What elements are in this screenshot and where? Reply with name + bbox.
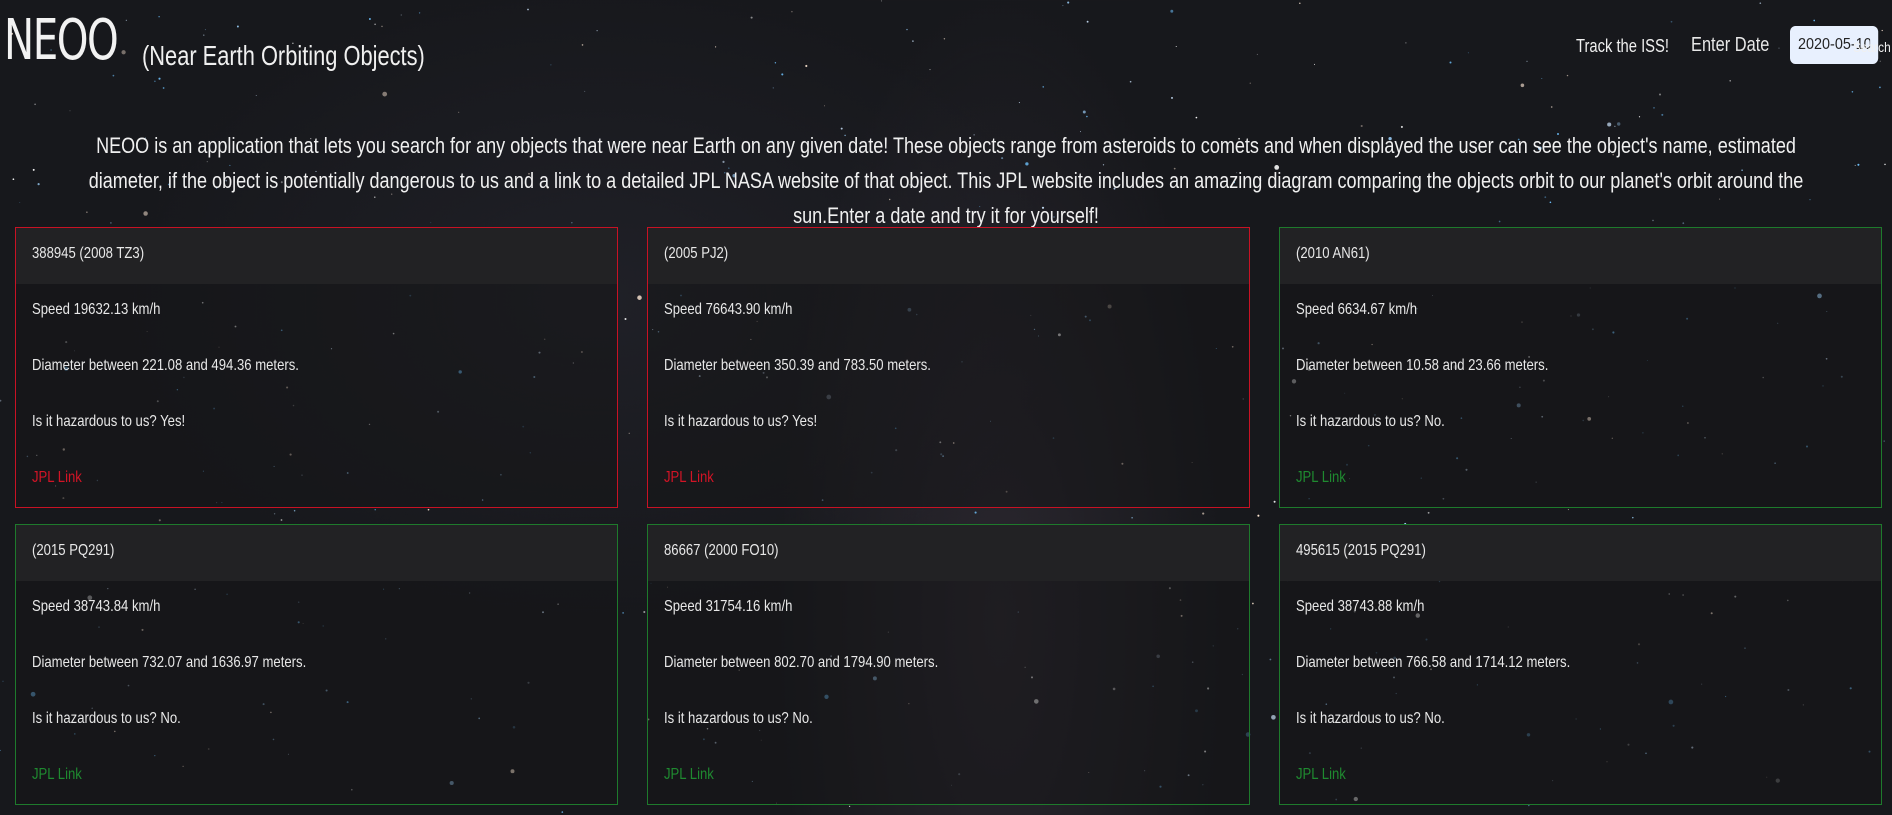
neo-diameter-row: Diameter between 10.58 and 23.66 meters. bbox=[1280, 340, 1881, 396]
neo-hazard-status-row: Is it hazardous to us? No. bbox=[16, 693, 617, 749]
jpl-link-row: JPL Link bbox=[648, 452, 1249, 508]
neo-card: (2015 PQ291) Speed 38743.84 km/h Diameter … bbox=[15, 524, 618, 805]
neo-diameter: Diameter between 802.70 and 1794.90 mete… bbox=[664, 654, 939, 671]
brand-logo[interactable]: NEOO bbox=[4, 8, 119, 73]
neo-name: (2005 PJ2) bbox=[664, 245, 729, 262]
neo-hazard-status-row: Is it hazardous to us? Yes! bbox=[16, 396, 617, 452]
neo-speed-row: Speed 6634.67 km/h bbox=[1280, 284, 1881, 340]
neo-diameter: Diameter between 732.07 and 1636.97 mete… bbox=[32, 654, 307, 671]
neo-hazard-status: Is it hazardous to us? Yes! bbox=[32, 413, 186, 430]
jpl-link[interactable]: JPL Link bbox=[664, 766, 714, 784]
neo-name-row: (2005 PJ2) bbox=[648, 228, 1249, 284]
neo-hazard-status: Is it hazardous to us? No. bbox=[32, 710, 181, 727]
neo-speed: Speed 38743.84 km/h bbox=[32, 598, 161, 615]
neo-name-row: (2010 AN61) bbox=[1280, 228, 1881, 284]
neo-card: 86667 (2000 FO10) Speed 31754.16 km/h Diam… bbox=[647, 524, 1250, 805]
neo-name: 495615 (2015 PQ291) bbox=[1296, 542, 1426, 559]
neo-name: 388945 (2008 TZ3) bbox=[32, 245, 145, 262]
jpl-link-row: JPL Link bbox=[16, 452, 617, 508]
neo-speed: Speed 38743.88 km/h bbox=[1296, 598, 1425, 615]
neo-name: (2010 AN61) bbox=[1296, 245, 1370, 262]
intro-paragraph: NEOO is an application that lets you sea… bbox=[88, 133, 1804, 228]
neo-diameter: Diameter between 10.58 and 23.66 meters. bbox=[1296, 357, 1549, 374]
jpl-link-row: JPL Link bbox=[1280, 452, 1881, 508]
neo-diameter-row: Diameter between 221.08 and 494.36 meter… bbox=[16, 340, 617, 396]
neo-hazard-status-row: Is it hazardous to us? No. bbox=[1280, 693, 1881, 749]
neo-diameter: Diameter between 221.08 and 494.36 meter… bbox=[32, 357, 299, 374]
date-label: Enter Date bbox=[1691, 34, 1770, 56]
neo-hazard-status-row: Is it hazardous to us? No. bbox=[648, 693, 1249, 749]
neo-hazard-status-row: Is it hazardous to us? Yes! bbox=[648, 396, 1249, 452]
neo-hazard-status: Is it hazardous to us? No. bbox=[1296, 413, 1445, 430]
neo-speed: Speed 76643.90 km/h bbox=[664, 301, 793, 318]
neo-speed-row: Speed 31754.16 km/h bbox=[648, 581, 1249, 637]
jpl-link-row: JPL Link bbox=[648, 749, 1249, 805]
jpl-link[interactable]: JPL Link bbox=[1296, 469, 1346, 487]
jpl-link[interactable]: JPL Link bbox=[664, 469, 714, 487]
neo-diameter: Diameter between 350.39 and 783.50 meter… bbox=[664, 357, 931, 374]
neo-diameter-row: Diameter between 766.58 and 1714.12 mete… bbox=[1280, 637, 1881, 693]
neo-card: (2005 PJ2) Speed 76643.90 km/h Diameter be… bbox=[647, 227, 1250, 508]
neo-card: (2010 AN61) Speed 6634.67 km/h Diameter be… bbox=[1279, 227, 1882, 508]
neo-hazard-status: Is it hazardous to us? No. bbox=[1296, 710, 1445, 727]
neo-name-row: (2015 PQ291) bbox=[16, 525, 617, 581]
header-nav: Track the ISS! Enter Date Search bbox=[1472, 24, 1892, 64]
neo-hazard-status: Is it hazardous to us? Yes! bbox=[664, 413, 818, 430]
intro-text: NEOO is an application that lets you sea… bbox=[60, 128, 1832, 233]
jpl-link[interactable]: JPL Link bbox=[1296, 766, 1346, 784]
neo-speed: Speed 19632.13 km/h bbox=[32, 301, 161, 318]
track-iss-link[interactable]: Track the ISS! bbox=[1576, 36, 1669, 57]
neo-speed-row: Speed 38743.84 km/h bbox=[16, 581, 617, 637]
brand-subtitle: (Near Earth Orbiting Objects) bbox=[142, 40, 425, 71]
neo-hazard-status: Is it hazardous to us? No. bbox=[664, 710, 813, 727]
neo-name: 86667 (2000 FO10) bbox=[664, 542, 779, 559]
jpl-link[interactable]: JPL Link bbox=[32, 469, 82, 487]
neo-diameter: Diameter between 766.58 and 1714.12 mete… bbox=[1296, 654, 1571, 671]
neo-card: 388945 (2008 TZ3) Speed 19632.13 km/h Diam… bbox=[15, 227, 618, 508]
neo-hazard-status-row: Is it hazardous to us? No. bbox=[1280, 396, 1881, 452]
neo-name-row: 388945 (2008 TZ3) bbox=[16, 228, 617, 284]
neo-card: 495615 (2015 PQ291) Speed 38743.88 km/h Di… bbox=[1279, 524, 1882, 805]
jpl-link-row: JPL Link bbox=[1280, 749, 1881, 805]
neo-speed-row: Speed 19632.13 km/h bbox=[16, 284, 617, 340]
neo-speed: Speed 31754.16 km/h bbox=[664, 598, 793, 615]
jpl-link[interactable]: JPL Link bbox=[32, 766, 82, 784]
site-header: NEOO (Near Earth Orbiting Objects) Track… bbox=[0, 0, 1892, 95]
neo-speed-row: Speed 76643.90 km/h bbox=[648, 284, 1249, 340]
neo-name-row: 86667 (2000 FO10) bbox=[648, 525, 1249, 581]
neo-speed-row: Speed 38743.88 km/h bbox=[1280, 581, 1881, 637]
neo-diameter-row: Diameter between 732.07 and 1636.97 mete… bbox=[16, 637, 617, 693]
neo-speed: Speed 6634.67 km/h bbox=[1296, 301, 1418, 318]
jpl-link-row: JPL Link bbox=[16, 749, 617, 805]
neo-name: (2015 PQ291) bbox=[32, 542, 115, 559]
search-button[interactable]: Search bbox=[1853, 39, 1891, 55]
neo-diameter-row: Diameter between 350.39 and 783.50 meter… bbox=[648, 340, 1249, 396]
neo-name-row: 495615 (2015 PQ291) bbox=[1280, 525, 1881, 581]
neo-diameter-row: Diameter between 802.70 and 1794.90 mete… bbox=[648, 637, 1249, 693]
